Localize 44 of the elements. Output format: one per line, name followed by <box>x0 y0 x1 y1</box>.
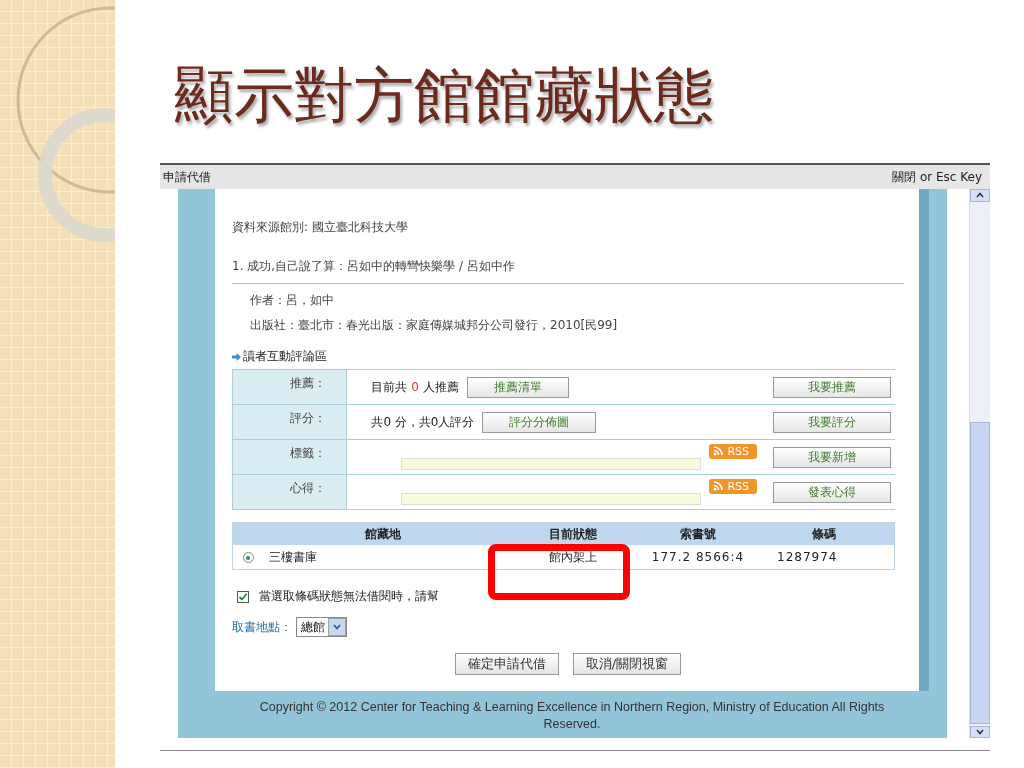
row-label: 標籤： <box>232 439 347 475</box>
action-button[interactable]: 我要評分 <box>773 411 891 433</box>
window-title: 申請代借 <box>163 168 211 186</box>
record-detail: 作者：呂，如中 <box>250 292 335 309</box>
pickup-select[interactable]: 總館 <box>296 617 347 637</box>
pickup-label: 取書地點： <box>232 618 292 636</box>
record-title: 1. 成功,自己說了算：呂如中的轉彎快樂學 / 呂如中作 <box>232 258 905 284</box>
column-header: 目前狀態 <box>503 522 643 545</box>
dialog-button[interactable]: 取消/關閉視窗 <box>572 653 682 675</box>
arrow-icon <box>232 352 241 361</box>
checkbox-label: 當選取條碼狀態無法借閱時，請幫 <box>259 588 439 605</box>
row-label: 推薦： <box>232 369 347 405</box>
dialog-button[interactable]: 確定申請代借 <box>454 653 559 675</box>
slide-title: 顯示對方館館藏狀態 <box>174 60 715 132</box>
copyright-text: Copyright © 2012 Center for Teaching & Learning Excellence in Northern Region, Ministry of Education All Rights Reserved. <box>258 699 886 733</box>
source-library: 資料來源館別: 國立臺北科技大學 <box>232 219 409 236</box>
caret-icon <box>333 624 341 630</box>
action-button[interactable]: 我要推薦 <box>773 376 891 398</box>
rss-icon <box>713 446 724 456</box>
input-field[interactable] <box>401 458 702 470</box>
scroll-up-icon <box>976 192 984 199</box>
close-link[interactable]: 關閉 or Esc Key <box>892 168 982 186</box>
list-button[interactable]: 推薦清單 <box>466 376 569 398</box>
score-text: 共0 分，共0人評分 <box>371 413 475 431</box>
recommend-count-text: 目前共 0 人推薦 <box>371 378 459 396</box>
column-header: 館藏地 <box>263 522 503 545</box>
column-header: 索書號 <box>643 522 753 545</box>
table-cell: 1287974 <box>753 545 895 570</box>
action-button[interactable]: 發表心得 <box>773 481 891 503</box>
row-label: 心得： <box>232 474 347 510</box>
chart-button[interactable]: 評分分佈圖 <box>482 411 597 433</box>
table-cell: 館內架上 <box>503 545 643 570</box>
record-detail: 出版社：臺北市：春光出版：家庭傳媒城邦分公司發行，2010[民99] <box>250 317 619 334</box>
row-label: 評分： <box>232 404 347 440</box>
column-header: 條碼 <box>753 522 895 545</box>
scrollbar[interactable] <box>969 189 990 738</box>
scroll-down-icon <box>976 728 984 735</box>
input-field[interactable] <box>401 493 702 505</box>
table-cell: 三樓書庫 <box>263 545 503 570</box>
action-button[interactable]: 我要新增 <box>773 446 891 468</box>
section-heading: 讀者互動評論區 <box>243 348 327 365</box>
checkbox[interactable] <box>237 590 249 603</box>
table-cell: 177.2 8566:4 <box>643 545 753 570</box>
rss-icon <box>713 481 724 491</box>
